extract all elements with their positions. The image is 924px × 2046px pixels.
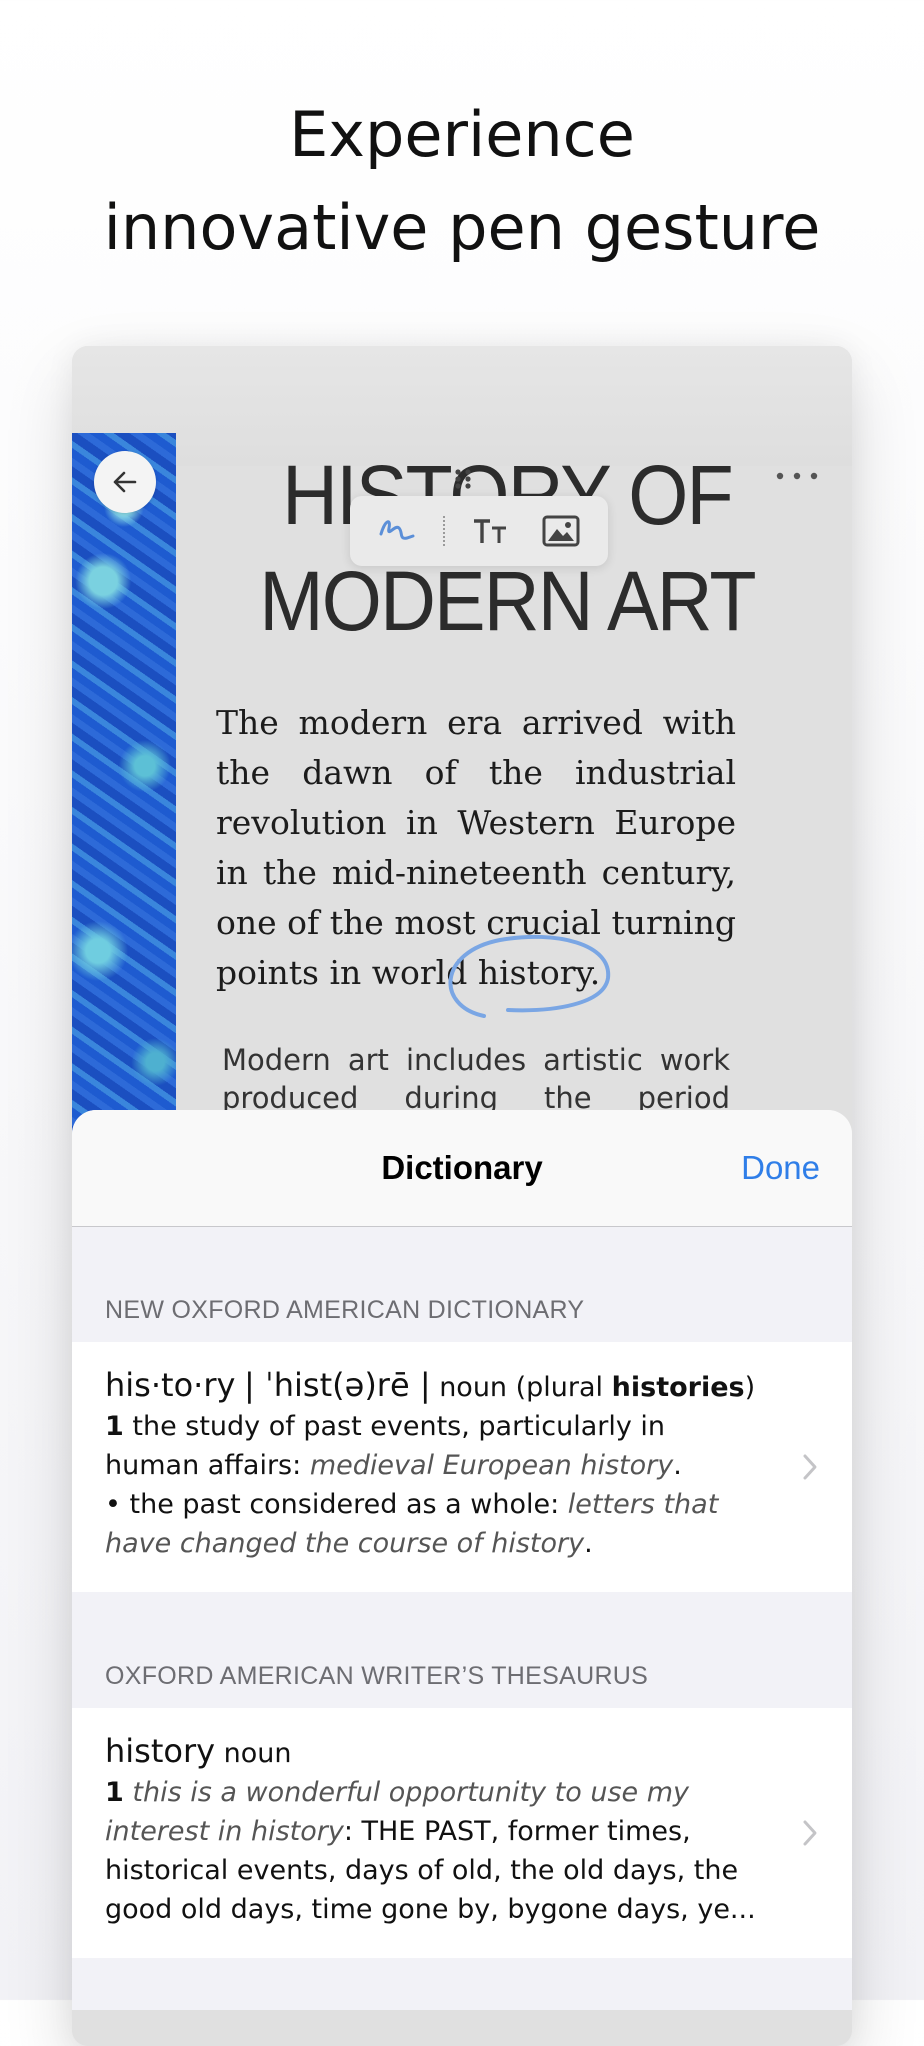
entry-headline: his·to·ry | ˈhist(ə)rē | noun (plural hi… xyxy=(105,1364,765,1407)
paragraph-line: Modern art includes artistic work xyxy=(222,1043,730,1077)
dictionary-header: Dictionary Done xyxy=(72,1110,852,1227)
image-icon xyxy=(542,515,580,547)
pen-tool-button[interactable] xyxy=(373,507,421,555)
text-size-icon xyxy=(474,519,506,543)
entry-pos-close: ) xyxy=(744,1372,756,1403)
pen-scribble-icon xyxy=(379,520,415,540)
entry-sense-1: 1 the study of past events, particularly… xyxy=(105,1407,765,1485)
dictionary-entry[interactable]: his·to·ry | ˈhist(ə)rē | noun (plural hi… xyxy=(72,1342,852,1592)
section-label-dictionary: NEW OXFORD AMERICAN DICTIONARY xyxy=(105,1296,585,1324)
paragraph-line: in the mid-nineteenth century, xyxy=(216,853,736,892)
book-cover-image xyxy=(72,433,176,1173)
text-tool-button[interactable] xyxy=(467,507,515,555)
sense-number: 1 xyxy=(105,1411,124,1442)
grip-dots-icon xyxy=(455,469,471,489)
entry-headline: history noun xyxy=(105,1730,765,1773)
chevron-right-icon xyxy=(800,1816,820,1850)
entry-pronunciation: | ˈhist(ə)rē | xyxy=(244,1366,431,1404)
section-label-thesaurus: OXFORD AMERICAN WRITER’S THESAURUS xyxy=(105,1662,649,1690)
arrow-left-icon xyxy=(113,471,137,493)
paragraph-line: The modern era arrived with xyxy=(216,703,736,742)
sense-number: 1 xyxy=(105,1777,124,1808)
entry-headword: history xyxy=(105,1732,216,1770)
pen-circle-stroke xyxy=(448,934,611,1018)
pen-toolbar xyxy=(350,496,608,566)
entry-pos: noun xyxy=(223,1738,292,1769)
article-paragraph-2: Modern art includes artistic work produc… xyxy=(222,1041,730,1117)
toolbar-drag-handle[interactable] xyxy=(450,464,476,494)
thesaurus-entry[interactable]: history noun 1 this is a wonderful oppor… xyxy=(72,1708,852,1958)
toolbar-divider xyxy=(443,516,445,546)
chevron-right-icon xyxy=(800,1450,820,1484)
sense-example: medieval European history xyxy=(309,1450,674,1481)
entry-sense-2: • the past considered as a whole: letter… xyxy=(105,1485,765,1563)
headline-line-2: innovative pen gesture xyxy=(103,191,821,264)
sense-end: . xyxy=(584,1528,593,1559)
back-button[interactable] xyxy=(94,451,156,513)
marketing-headline: Experience innovative pen gesture xyxy=(0,88,924,274)
paragraph-line: the dawn of the industrial xyxy=(216,753,736,792)
image-tool-button[interactable] xyxy=(537,507,585,555)
entry-sense-1: 1 this is a wonderful opportunity to use… xyxy=(105,1773,765,1929)
entry-headword: his·to·ry xyxy=(105,1366,236,1404)
dictionary-sheet: Dictionary Done NEW OXFORD AMERICAN DICT… xyxy=(72,1110,852,2010)
done-button[interactable]: Done xyxy=(741,1110,820,1226)
paragraph-line: revolution in Western Europe xyxy=(216,803,736,842)
thesaurus-entry-text: history noun 1 this is a wonderful oppor… xyxy=(105,1730,765,1929)
sense-text: • the past considered as a whole: xyxy=(105,1489,568,1520)
entry-pos: noun (plural xyxy=(439,1372,612,1403)
entry-plural: histories xyxy=(611,1372,745,1403)
sense-end: . xyxy=(673,1450,682,1481)
dictionary-entry-text: his·to·ry | ˈhist(ə)rē | noun (plural hi… xyxy=(105,1364,765,1563)
headline-line-1: Experience xyxy=(289,98,635,171)
dictionary-title: Dictionary xyxy=(381,1149,543,1186)
